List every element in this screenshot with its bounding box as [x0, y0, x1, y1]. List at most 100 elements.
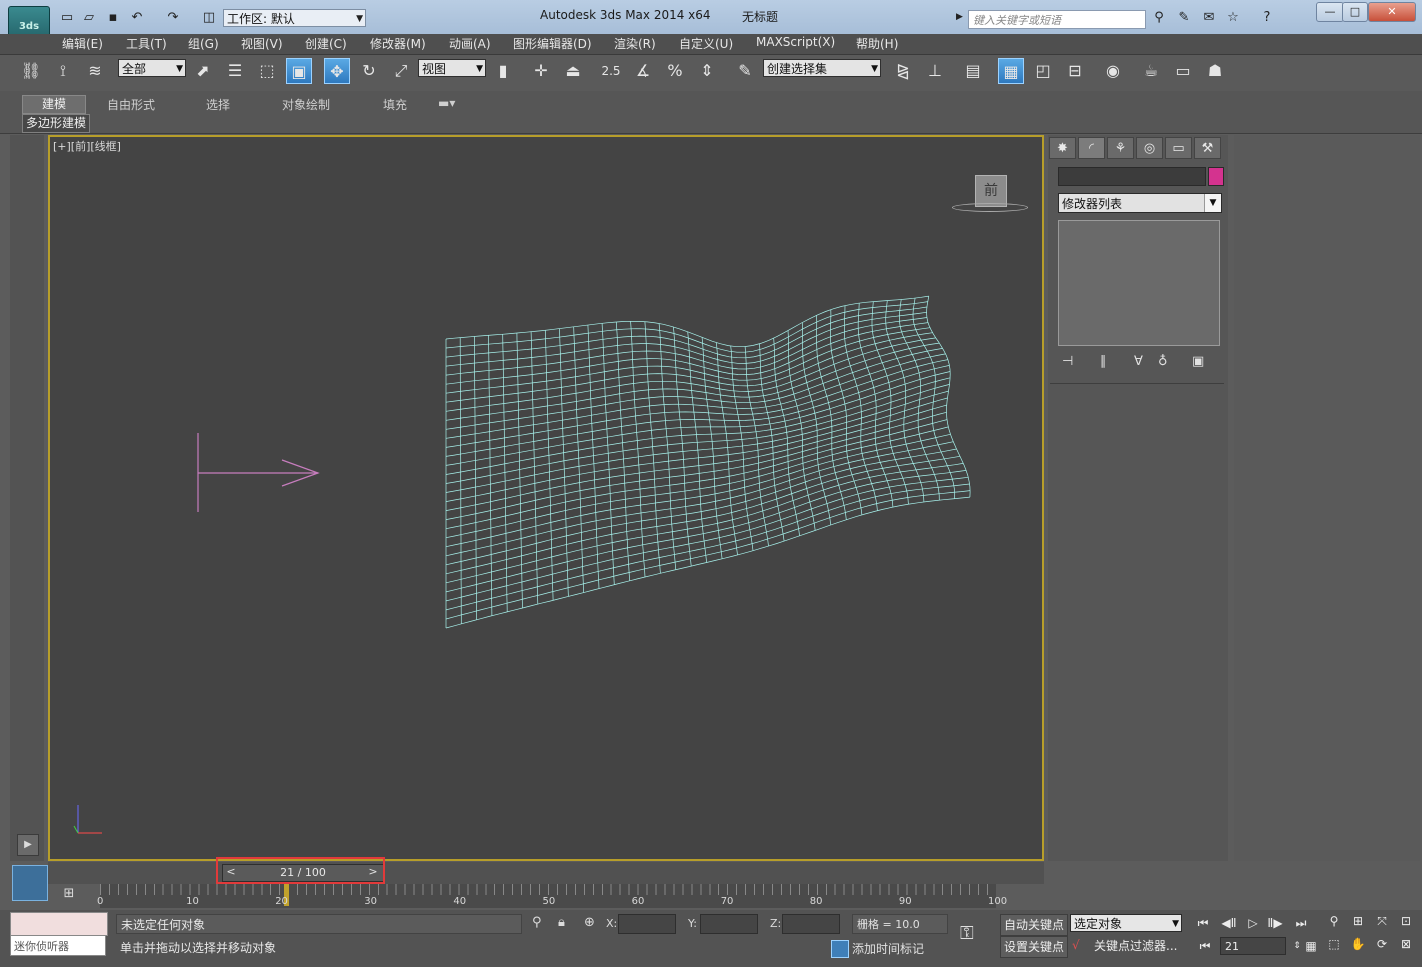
- key-mode-toggle-icon[interactable]: ⏮: [1194, 937, 1216, 955]
- x-coordinate-field[interactable]: [618, 914, 676, 934]
- object-name-field[interactable]: [1058, 167, 1206, 186]
- x-label: X:: [606, 917, 618, 930]
- help-icon[interactable]: ?: [1258, 10, 1276, 26]
- make-unique-icon[interactable]: ∀: [1134, 354, 1143, 369]
- mesh-line: [744, 346, 769, 547]
- maximize-viewport-icon[interactable]: ⊠: [1396, 937, 1416, 955]
- timeline-tick-label: 80: [809, 896, 823, 907]
- play-icon[interactable]: ▷: [1242, 914, 1264, 932]
- go-to-end-icon[interactable]: ⏭: [1290, 914, 1312, 932]
- wind-gizmo[interactable]: [197, 433, 320, 512]
- grid-spacing: 栅格 = 10.0: [852, 914, 948, 934]
- add-time-tag-button[interactable]: 添加时间标记: [852, 940, 924, 957]
- prompt-line: 单击并拖动以选择并移动对象: [120, 941, 277, 955]
- chevron-down-icon: ▼: [1172, 919, 1179, 929]
- key-filters-button[interactable]: 关键点过滤器...: [1094, 937, 1177, 954]
- zoom-extents-icon[interactable]: ⤧: [1372, 914, 1392, 932]
- mini-curve-editor-button[interactable]: [12, 865, 48, 901]
- time-tag-icon[interactable]: [831, 940, 849, 958]
- next-frame-icon[interactable]: Ⅱ▶: [1264, 914, 1286, 932]
- subscription-icon[interactable]: ✎: [1175, 10, 1193, 26]
- create-tab-icon[interactable]: ✸: [1049, 137, 1076, 159]
- key-mode-dropdown[interactable]: 选定对象 ▼: [1070, 914, 1182, 932]
- zoom-all-icon[interactable]: ⊞: [1348, 914, 1368, 932]
- mesh-line: [445, 301, 928, 353]
- time-slider-highlight: [216, 857, 385, 884]
- orbit-icon[interactable]: ⟳: [1372, 937, 1392, 955]
- maximize-button[interactable]: □: [1342, 2, 1368, 22]
- pan-view-icon[interactable]: ✋: [1348, 937, 1368, 955]
- open-trackbar-icon[interactable]: ⊞: [58, 886, 80, 904]
- z-coordinate-field[interactable]: [782, 914, 840, 934]
- mesh-line: [445, 496, 970, 629]
- mesh-line: [445, 295, 929, 348]
- axis-tripod: [73, 805, 102, 834]
- absolute-mode-icon[interactable]: ⊕: [584, 915, 595, 930]
- favorites-icon[interactable]: ☆: [1224, 10, 1242, 26]
- display-tab-icon[interactable]: ▭: [1165, 137, 1192, 159]
- remove-modifier-icon[interactable]: ♁: [1158, 354, 1168, 369]
- command-panel-extension: [1234, 135, 1420, 861]
- mesh-line: [516, 332, 523, 609]
- timeline-tick-label: 40: [453, 896, 467, 907]
- render-setup-icon[interactable]: ☕: [1138, 58, 1164, 84]
- mesh-line: [445, 337, 936, 412]
- mesh-line: [559, 328, 569, 597]
- curve-icon: √: [1072, 938, 1080, 952]
- chevron-down-icon: ▼: [1204, 194, 1221, 212]
- cloth-mesh[interactable]: [445, 295, 971, 629]
- motion-tab-icon[interactable]: ◎: [1136, 137, 1163, 159]
- object-color-swatch[interactable]: [1208, 167, 1224, 186]
- mesh-line: [912, 298, 956, 499]
- maxscript-listener-pink[interactable]: [10, 912, 108, 936]
- mesh-line: [445, 359, 948, 448]
- mesh-line: [445, 342, 940, 421]
- go-to-start-icon[interactable]: ⏮: [1192, 914, 1214, 932]
- minimize-button[interactable]: —: [1316, 2, 1344, 22]
- time-configuration-icon[interactable]: ▦: [1300, 937, 1322, 955]
- selection-lock-icon[interactable]: 🔒︎: [558, 915, 565, 930]
- y-coordinate-field[interactable]: [700, 914, 758, 934]
- modifier-list-label: 修改器列表: [1062, 197, 1123, 211]
- configure-modifier-sets-icon[interactable]: ▣: [1192, 354, 1204, 369]
- previous-frame-icon[interactable]: ◀Ⅱ: [1218, 914, 1240, 932]
- show-end-result-icon[interactable]: ∥: [1100, 354, 1107, 369]
- key-icon[interactable]: ⚿: [960, 923, 974, 944]
- timeline-tick-label: 100: [988, 896, 1008, 907]
- listener-label: 迷你侦听器: [14, 940, 69, 953]
- mesh-line: [445, 476, 969, 602]
- binoculars-icon[interactable]: ⚲: [1150, 10, 1168, 26]
- mesh-line: [445, 365, 950, 457]
- modifier-stack[interactable]: [1058, 220, 1220, 346]
- communication-icon[interactable]: ✉: [1200, 10, 1218, 26]
- set-key-button[interactable]: 设置关键点: [1000, 936, 1068, 958]
- zoom-icon[interactable]: ⚲: [1324, 914, 1344, 932]
- mesh-line: [730, 345, 754, 551]
- pin-stack-icon[interactable]: ⊣: [1062, 354, 1073, 369]
- mesh-line: [787, 330, 816, 531]
- render-production-icon[interactable]: ☗: [1202, 58, 1228, 84]
- timeline-tick-label: 10: [186, 896, 199, 907]
- timeline-tick-label: 50: [542, 896, 556, 907]
- utilities-tab-icon[interactable]: ⚒: [1194, 137, 1221, 159]
- mesh-line: [445, 441, 954, 557]
- schematic-view-icon[interactable]: ⊟: [1062, 58, 1088, 84]
- zoom-region-icon[interactable]: ⬚: [1324, 937, 1344, 955]
- hierarchy-tab-icon[interactable]: ⚘: [1107, 137, 1134, 159]
- modify-tab-icon[interactable]: ◜: [1078, 137, 1105, 159]
- mesh-line: [573, 326, 585, 593]
- mesh-line: [445, 311, 927, 367]
- close-button[interactable]: ✕: [1368, 2, 1416, 22]
- viewport-scene: [73, 295, 971, 834]
- modifier-list-dropdown[interactable]: 修改器列表 ▼: [1058, 193, 1222, 213]
- rendered-frame-window-icon[interactable]: ▭: [1170, 58, 1196, 84]
- auto-key-button[interactable]: 自动关键点: [1000, 914, 1068, 936]
- mesh-line: [530, 331, 539, 605]
- timeline-tick-label: 90: [898, 896, 912, 907]
- isolate-selection-icon[interactable]: ⚲: [532, 915, 542, 930]
- current-frame-field[interactable]: 21: [1220, 937, 1286, 955]
- maxscript-mini-listener[interactable]: 迷你侦听器: [10, 935, 106, 956]
- material-editor-icon[interactable]: ◉: [1100, 58, 1126, 84]
- mesh-line: [830, 309, 863, 515]
- zoom-extents-all-icon[interactable]: ⊡: [1396, 914, 1416, 932]
